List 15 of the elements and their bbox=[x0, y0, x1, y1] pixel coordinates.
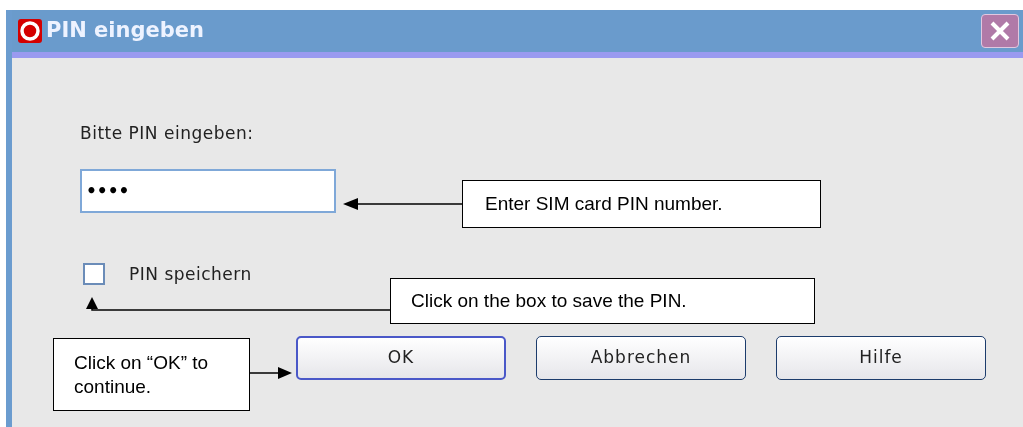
dialog-button[interactable]: OK bbox=[296, 336, 506, 380]
callout-box: Enter SIM card PIN number. bbox=[462, 180, 821, 228]
save-pin-label: PIN speichern bbox=[129, 262, 252, 286]
close-icon bbox=[989, 20, 1011, 42]
window-title: PIN eingeben bbox=[46, 17, 204, 45]
pin-field[interactable]: •••• bbox=[80, 168, 336, 213]
leader-arrow bbox=[249, 367, 292, 379]
app-logo-icon bbox=[18, 19, 42, 43]
dialog-button[interactable]: Hilfe bbox=[776, 336, 986, 380]
callout-box: Click on “OK” to continue. bbox=[53, 338, 250, 411]
save-pin-checkbox[interactable] bbox=[83, 263, 105, 286]
callout-box: Click on the box to save the PIN. bbox=[390, 278, 815, 324]
prompt-label: Bitte PIN eingeben: bbox=[80, 122, 255, 145]
close-button[interactable] bbox=[981, 14, 1019, 48]
dialog-button[interactable]: Abbrechen bbox=[536, 336, 746, 380]
